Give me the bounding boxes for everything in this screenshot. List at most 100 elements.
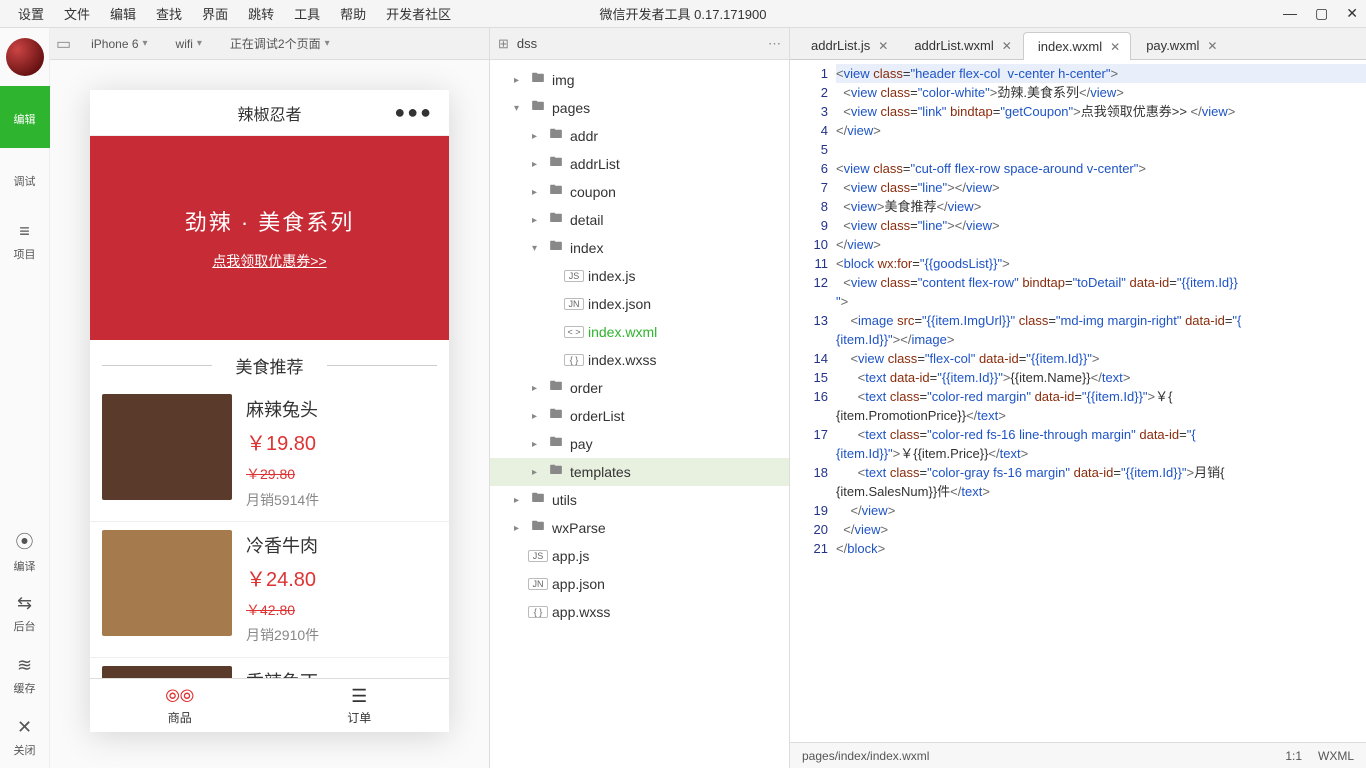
food-image — [102, 530, 232, 636]
file-tree[interactable]: ▸🖿img▾🖿pages▸🖿addr▸🖿addrList▸🖿coupon▸🖿de… — [490, 60, 789, 758]
tree-node-index.js[interactable]: JSindex.js — [490, 262, 789, 290]
menu-查找[interactable]: 查找 — [146, 7, 192, 22]
menu-界面[interactable]: 界面 — [192, 7, 238, 22]
tree-node-index.wxss[interactable]: { }index.wxss — [490, 346, 789, 374]
tab-addrList.wxml[interactable]: addrList.wxml✕ — [899, 31, 1023, 59]
tree-node-detail[interactable]: ▸🖿detail — [490, 206, 789, 234]
menu-文件[interactable]: 文件 — [54, 7, 100, 22]
关闭-icon: ✕ — [17, 717, 32, 738]
folder-icon: 🖿 — [528, 97, 548, 119]
tree-node-utils[interactable]: ▸🖿utils — [490, 486, 789, 514]
menu-跳转[interactable]: 跳转 — [238, 7, 284, 22]
tab-index.wxml[interactable]: index.wxml✕ — [1023, 32, 1131, 60]
network-select[interactable]: wifi▾ — [168, 37, 210, 51]
food-price: ￥24.80 — [246, 562, 319, 598]
tabbar-商品[interactable]: ⦾⦾商品 — [90, 679, 270, 732]
file-tree-header: ⊞ dss ⋯ — [490, 28, 789, 60]
tree-node-addr[interactable]: ▸🖿addr — [490, 122, 789, 150]
folder-icon: 🖿 — [546, 405, 566, 427]
phone-simulator: 辣椒忍者 ●●● 劲辣 · 美食系列 点我领取优惠券>> 美食推荐 麻辣兔头 ￥… — [90, 90, 449, 732]
simulator-toolbar: ▭ iPhone 6▾ wifi▾ 正在调试2个页面▾ — [50, 28, 489, 60]
status-path: pages/index/index.wxml — [802, 749, 929, 763]
file-icon: { } — [564, 354, 584, 366]
back-icon[interactable]: ▭ — [56, 34, 71, 54]
avatar[interactable] — [6, 38, 44, 76]
folder-icon: 🖿 — [546, 209, 566, 231]
rail-项目[interactable]: ≡项目 — [0, 210, 50, 272]
hero-title: 劲辣 · 美食系列 — [185, 205, 355, 237]
rail-后台[interactable]: ⇆后台 — [0, 582, 50, 644]
sitemap-icon[interactable]: ⊞ — [498, 36, 509, 52]
file-icon: < > — [564, 326, 584, 338]
food-image — [102, 394, 232, 500]
tree-node-addrList[interactable]: ▸🖿addrList — [490, 150, 789, 178]
tree-node-app.js[interactable]: JSapp.js — [490, 542, 789, 570]
menu-编辑[interactable]: 编辑 — [100, 7, 146, 22]
menu-设置[interactable]: 设置 — [8, 7, 54, 22]
tree-node-pages[interactable]: ▾🖿pages — [490, 94, 789, 122]
rail-缓存[interactable]: ≋缓存 — [0, 644, 50, 706]
tree-node-coupon[interactable]: ▸🖿coupon — [490, 178, 789, 206]
maximize-icon[interactable]: ▢ — [1315, 5, 1328, 22]
status-pos: 1:1 — [1285, 749, 1302, 763]
more-icon[interactable]: ●●● — [394, 102, 433, 123]
folder-icon: 🖿 — [528, 69, 548, 91]
tree-node-orderList[interactable]: ▸🖿orderList — [490, 402, 789, 430]
rail-编辑[interactable]: 编辑 — [0, 86, 50, 148]
tree-node-img[interactable]: ▸🖿img — [490, 66, 789, 94]
status-bar: pages/index/index.wxml 1:1 WXML — [790, 742, 1366, 768]
menu-工具[interactable]: 工具 — [284, 7, 330, 22]
menu-帮助[interactable]: 帮助 — [330, 7, 376, 22]
file-icon: JS — [528, 550, 548, 562]
minimize-icon[interactable]: — — [1283, 5, 1297, 22]
device-select[interactable]: iPhone 6▾ — [83, 37, 155, 51]
folder-icon: 🖿 — [528, 489, 548, 511]
项目-icon: ≡ — [19, 221, 30, 242]
tree-node-wxParse[interactable]: ▸🖿wxParse — [490, 514, 789, 542]
tree-node-pay[interactable]: ▸🖿pay — [490, 430, 789, 458]
tabbar-订单[interactable]: ☰订单 — [270, 679, 450, 732]
project-root: dss — [517, 36, 537, 51]
tree-node-index.wxml[interactable]: < >index.wxml — [490, 318, 789, 346]
tree-node-order[interactable]: ▸🖿order — [490, 374, 789, 402]
tree-node-index[interactable]: ▾🖿index — [490, 234, 789, 262]
food-old-price: ￥42.80 — [246, 598, 319, 623]
tree-node-templates[interactable]: ▸🖿templates — [490, 458, 789, 486]
rail-编译[interactable]: ⦿编译 — [0, 520, 50, 582]
food-item[interactable]: 麻辣兔头 ￥19.80 ￥29.80 月销5914件 — [90, 386, 449, 522]
close-tab-icon[interactable]: ✕ — [1002, 39, 1012, 53]
menu-开发者社区[interactable]: 开发者社区 — [376, 7, 461, 22]
file-tree-panel: ⊞ dss ⋯ ▸🖿img▾🖿pages▸🖿addr▸🖿addrList▸🖿co… — [490, 28, 790, 768]
app-title: 微信开发者工具 0.17.171900 — [600, 4, 767, 23]
coupon-link[interactable]: 点我领取优惠券>> — [212, 251, 326, 271]
编译-icon: ⦿ — [16, 528, 34, 554]
rail-关闭[interactable]: ✕关闭 — [0, 706, 50, 768]
tree-node-app.wxss[interactable]: { }app.wxss — [490, 598, 789, 626]
tabbar-icon: ☰ — [351, 686, 367, 707]
more-icon[interactable]: ⋯ — [768, 36, 781, 52]
tree-node-index.json[interactable]: JNindex.json — [490, 290, 789, 318]
food-name: 冷香牛肉 — [246, 530, 319, 562]
close-tab-icon[interactable]: ✕ — [1110, 40, 1120, 54]
folder-icon: 🖿 — [528, 517, 548, 539]
status-lang: WXML — [1318, 749, 1354, 763]
debug-status[interactable]: 正在调试2个页面▾ — [222, 35, 338, 52]
close-tab-icon[interactable]: ✕ — [878, 39, 888, 53]
close-tab-icon[interactable]: ✕ — [1207, 39, 1217, 53]
rail-调试[interactable]: 调试 — [0, 148, 50, 210]
tab-pay.wxml[interactable]: pay.wxml✕ — [1131, 31, 1228, 59]
tab-addrList.js[interactable]: addrList.js✕ — [796, 31, 899, 59]
code-editor[interactable]: 123456789101112131415161718192021 <view … — [790, 60, 1366, 742]
folder-icon: 🖿 — [546, 125, 566, 147]
缓存-icon: ≋ — [17, 655, 32, 676]
tree-node-app.json[interactable]: JNapp.json — [490, 570, 789, 598]
close-icon[interactable]: ✕ — [1346, 5, 1358, 22]
file-icon: JS — [564, 270, 584, 282]
phone-tabbar: ⦾⦾商品 ☰订单 — [90, 678, 449, 732]
sidebar-rail: 编辑调试≡项目 ⦿编译⇆后台≋缓存✕关闭 — [0, 28, 50, 768]
hero-banner: 劲辣 · 美食系列 点我领取优惠券>> — [90, 136, 449, 340]
folder-icon: 🖿 — [546, 153, 566, 175]
后台-icon: ⇆ — [17, 593, 32, 614]
folder-icon: 🖿 — [546, 433, 566, 455]
food-item[interactable]: 冷香牛肉 ￥24.80 ￥42.80 月销2910件 — [90, 522, 449, 658]
